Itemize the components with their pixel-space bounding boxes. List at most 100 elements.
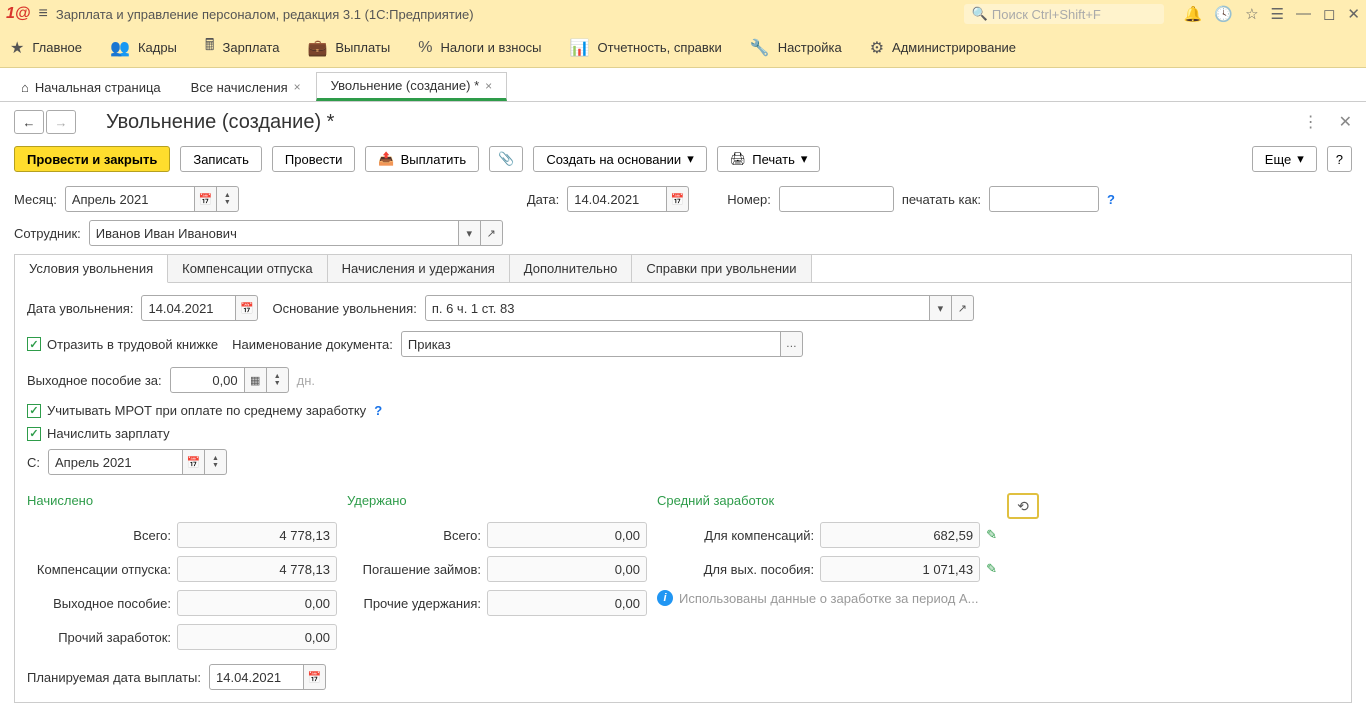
tab-dismissal[interactable]: Увольнение (создание) *× xyxy=(316,72,508,101)
chevron-down-icon: ▾ xyxy=(1297,151,1304,167)
tab-close-icon[interactable]: × xyxy=(294,80,301,94)
print-button[interactable]: 🖨Печать ▾ xyxy=(717,146,821,172)
menu-nalogi[interactable]: %Налоги и взносы xyxy=(418,39,541,57)
open-icon[interactable]: ↗ xyxy=(952,295,974,321)
minimize-icon[interactable]: — xyxy=(1296,5,1311,23)
basis-input[interactable]: п. 6 ч. 1 ст. 83 ▾ ↗ xyxy=(425,295,974,321)
global-search[interactable]: 🔍 Поиск Ctrl+Shift+F xyxy=(964,4,1164,24)
nav-back-button[interactable]: ← xyxy=(14,110,44,134)
spinner-icon[interactable]: ▲▼ xyxy=(267,367,289,393)
help-icon[interactable]: ? xyxy=(374,403,382,418)
pay-button[interactable]: 📤Выплатить xyxy=(365,146,479,172)
wallet-icon: 💼 xyxy=(307,38,327,58)
month-label: Месяц: xyxy=(14,192,57,207)
ellipsis-icon[interactable]: … xyxy=(781,331,803,357)
reflect-checkbox[interactable]: ✓ Отразить в трудовой книжке xyxy=(27,337,218,352)
tab-accruals[interactable]: Начисления и удержания xyxy=(328,255,510,282)
tab-certificates[interactable]: Справки при увольнении xyxy=(632,255,811,282)
pencil-icon[interactable]: ✎ xyxy=(986,527,997,543)
menu-main[interactable]: ★Главное xyxy=(10,38,82,58)
chevron-down-icon: ▾ xyxy=(687,151,694,167)
help-button[interactable]: ? xyxy=(1327,146,1352,172)
acc-sever-label: Выходное пособие: xyxy=(27,596,177,611)
kebab-icon[interactable]: ⋮ xyxy=(1303,112,1319,132)
star-icon[interactable]: ☆ xyxy=(1245,5,1258,23)
close-window-icon[interactable]: ✕ xyxy=(1347,5,1360,23)
post-and-close-button[interactable]: Провести и закрыть xyxy=(14,146,170,172)
month-input[interactable]: Апрель 2021 📅 ▲▼ xyxy=(65,186,239,212)
refresh-button[interactable]: ⟲ xyxy=(1007,493,1039,519)
toolbar: Провести и закрыть Записать Провести 📤Вы… xyxy=(0,142,1366,182)
accrued-heading: Начислено xyxy=(27,493,337,508)
tab-close-icon[interactable]: × xyxy=(485,79,492,93)
tab-additional[interactable]: Дополнительно xyxy=(510,255,633,282)
wrench-icon: 🔧 xyxy=(750,38,770,58)
post-button[interactable]: Провести xyxy=(272,146,356,172)
calendar-icon[interactable]: 📅 xyxy=(195,186,217,212)
attach-button[interactable]: 📎 xyxy=(489,146,523,172)
acc-other-value: 0,00 xyxy=(177,624,337,650)
menu-kadry[interactable]: 👥Кадры xyxy=(110,38,177,58)
open-icon[interactable]: ↗ xyxy=(481,220,503,246)
accrue-checkbox[interactable]: ✓ Начислить зарплату xyxy=(27,426,170,441)
close-page-icon[interactable]: ✕ xyxy=(1339,112,1352,132)
bell-icon[interactable]: 🔔 xyxy=(1184,5,1203,23)
from-input[interactable]: Апрель 2021 📅 ▲▼ xyxy=(48,449,227,475)
save-button[interactable]: Записать xyxy=(180,146,262,172)
history-icon[interactable]: 🕓 xyxy=(1214,5,1233,23)
help-icon[interactable]: ? xyxy=(1107,192,1115,207)
hamburger-icon[interactable]: ≡ xyxy=(39,5,48,23)
inner-tabs: Условия увольнения Компенсации отпуска Н… xyxy=(14,254,1352,282)
calendar-icon[interactable]: 📅 xyxy=(183,449,205,475)
filter-icon[interactable]: ☰ xyxy=(1271,5,1284,23)
paperclip-icon: 📎 xyxy=(498,151,514,167)
employee-label: Сотрудник: xyxy=(14,226,81,241)
number-input[interactable] xyxy=(779,186,894,212)
totals-section: Начислено Всего:4 778,13 Компенсации отп… xyxy=(27,493,1339,658)
create-based-button[interactable]: Создать на основании ▾ xyxy=(533,146,706,172)
app-title: Зарплата и управление персоналом, редакц… xyxy=(56,7,474,22)
tab-conditions[interactable]: Условия увольнения xyxy=(15,255,168,283)
acc-total-value: 4 778,13 xyxy=(177,522,337,548)
mrot-checkbox[interactable]: ✓ Учитывать МРОТ при оплате по среднему … xyxy=(27,403,366,418)
menu-vyplaty[interactable]: 💼Выплаты xyxy=(307,38,390,58)
planned-date-input[interactable]: 14.04.2021 📅 xyxy=(209,664,326,690)
calendar-icon[interactable]: 📅 xyxy=(236,295,258,321)
calendar-icon[interactable]: 📅 xyxy=(667,186,689,212)
maximize-icon[interactable]: ◻ xyxy=(1323,5,1335,23)
tab-all-accruals[interactable]: Все начисления× xyxy=(176,72,316,101)
chevron-down-icon: ▾ xyxy=(801,151,808,167)
acc-sever-value: 0,00 xyxy=(177,590,337,616)
calendar-icon[interactable]: 📅 xyxy=(304,664,326,690)
chevron-down-icon[interactable]: ▾ xyxy=(930,295,952,321)
date-input[interactable]: 14.04.2021 📅 xyxy=(567,186,689,212)
calc-icon[interactable]: ▦ xyxy=(245,367,267,393)
wh-loan-value: 0,00 xyxy=(487,556,647,582)
nav-forward-button[interactable]: → xyxy=(46,110,76,134)
logo-1c: 1@ xyxy=(6,5,31,23)
tab-content: Дата увольнения: 14.04.2021 📅 Основание … xyxy=(14,282,1352,703)
report-icon: 📊 xyxy=(570,38,590,58)
employee-input[interactable]: Иванов Иван Иванович ▾ ↗ xyxy=(89,220,503,246)
menu-zarplata[interactable]: 🖩Зарплата xyxy=(205,34,280,61)
printas-input[interactable] xyxy=(989,186,1099,212)
menu-nastroika[interactable]: 🔧Настройка xyxy=(750,38,842,58)
tab-compensations[interactable]: Компенсации отпуска xyxy=(168,255,328,282)
severance-input[interactable]: 0,00 ▦ ▲▼ xyxy=(170,367,289,393)
pencil-icon[interactable]: ✎ xyxy=(986,561,997,577)
menu-otchetnost[interactable]: 📊Отчетность, справки xyxy=(570,38,722,58)
tab-home[interactable]: ⌂Начальная страница xyxy=(6,72,176,101)
calc-icon: 🖩 xyxy=(205,34,215,61)
chevron-down-icon[interactable]: ▾ xyxy=(459,220,481,246)
search-icon: 🔍 xyxy=(972,6,988,22)
acc-comp-value: 4 778,13 xyxy=(177,556,337,582)
dismiss-date-input[interactable]: 14.04.2021 📅 xyxy=(141,295,258,321)
docname-input[interactable]: Приказ … xyxy=(401,331,803,357)
spinner-icon[interactable]: ▲▼ xyxy=(205,449,227,475)
printas-label: печатать как: xyxy=(902,192,981,207)
menu-admin[interactable]: ⚙Администрирование xyxy=(870,38,1016,58)
withheld-heading: Удержано xyxy=(347,493,647,508)
more-button[interactable]: Еще ▾ xyxy=(1252,146,1317,172)
spinner-icon[interactable]: ▲▼ xyxy=(217,186,239,212)
home-icon: ⌂ xyxy=(21,80,29,95)
